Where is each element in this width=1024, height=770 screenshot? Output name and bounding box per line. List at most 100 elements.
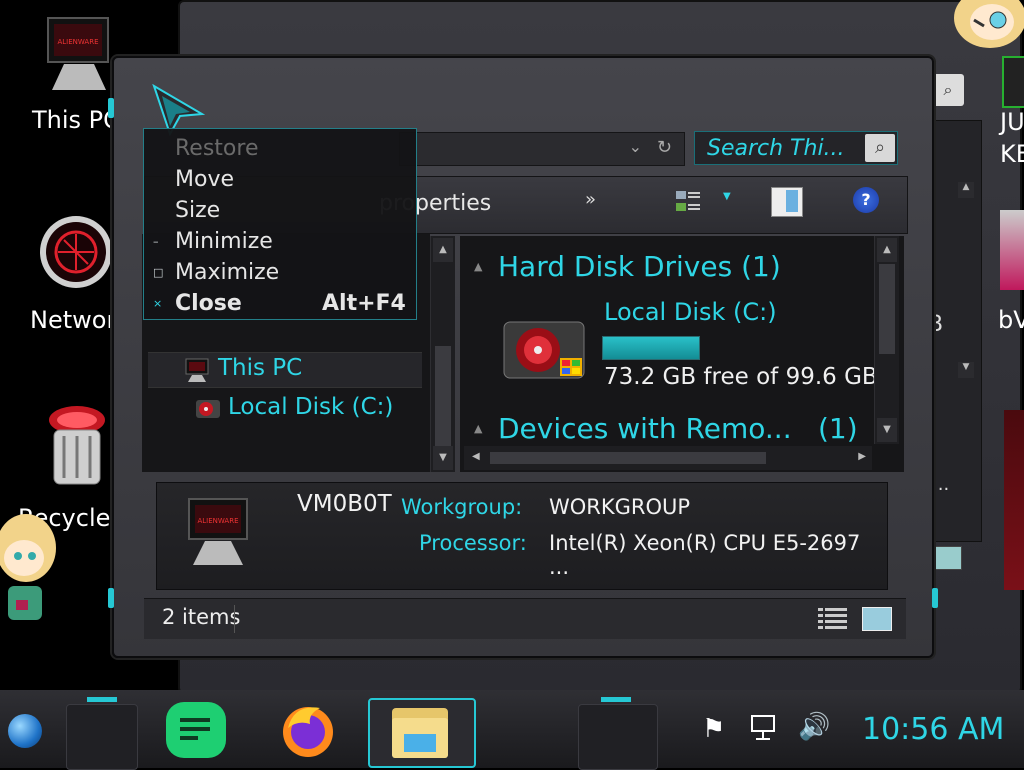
- action-center-flag-icon[interactable]: ⚑: [702, 714, 725, 744]
- drive-tile-local-disk[interactable]: Local Disk (C:) 73.2 GB free of 99.6 GB: [500, 298, 880, 394]
- desktop-edge-game-icon[interactable]: [1002, 56, 1024, 108]
- desktop-edge-wallpaper: [1004, 410, 1024, 590]
- menu-item-label: Move: [175, 167, 234, 192]
- search-icon[interactable]: ⌕: [865, 134, 895, 162]
- menu-item-close[interactable]: × Close Alt+F4: [144, 288, 416, 319]
- taskbar-slot: [578, 697, 658, 770]
- item-count: 2 items: [162, 605, 241, 629]
- svg-text:ALIENWARE: ALIENWARE: [57, 38, 98, 46]
- menu-item-label: Size: [175, 198, 221, 223]
- menu-item-label: Maximize: [175, 260, 280, 285]
- help-icon[interactable]: ?: [853, 187, 879, 213]
- toolbar-overflow-chevron[interactable]: »: [585, 189, 596, 210]
- this-pc-desktop-icon[interactable]: ALIENWARE: [44, 14, 114, 94]
- taskbar-clock[interactable]: 10:56 AM: [862, 712, 1004, 747]
- background-preview-icon[interactable]: [930, 546, 962, 570]
- menu-item-label: Close: [175, 291, 242, 316]
- menu-item-maximize[interactable]: □ Maximize: [144, 257, 416, 288]
- large-icons-view-icon[interactable]: [862, 607, 892, 631]
- maximize-icon: □: [153, 266, 164, 279]
- desktop-edge-label-3: bV: [998, 306, 1024, 334]
- nav-item-this-pc[interactable]: This PC: [148, 352, 422, 388]
- window-frame-accent: [932, 588, 938, 608]
- group-header-hard-disk-drives[interactable]: Hard Disk Drives (1): [498, 250, 781, 283]
- preview-pane-icon[interactable]: [771, 187, 803, 217]
- details-label-processor: Processor:: [419, 531, 527, 555]
- content-scrollbar[interactable]: ▲ ▼: [874, 236, 899, 444]
- nav-item-label: This PC: [218, 355, 303, 381]
- menu-item-restore[interactable]: Restore: [144, 133, 416, 164]
- menu-item-size[interactable]: Size: [144, 195, 416, 226]
- address-dropdown-icon[interactable]: ⌄: [629, 137, 642, 156]
- menu-item-move[interactable]: Move: [144, 164, 416, 195]
- background-window-ellipsis: ...: [932, 474, 950, 495]
- recycle-bin-desktop-icon[interactable]: [44, 402, 110, 488]
- background-scroll-down[interactable]: ▼: [958, 362, 974, 378]
- network-desktop-icon[interactable]: [36, 212, 116, 292]
- cartoon-character-sticker: [0, 508, 62, 626]
- view-dropdown-icon[interactable]: ▼: [723, 191, 731, 202]
- scroll-up-icon[interactable]: ▲: [433, 238, 453, 262]
- network-globe-icon: [40, 216, 112, 288]
- status-divider: [234, 605, 235, 633]
- background-search-icon[interactable]: ⌕: [932, 74, 964, 106]
- scroll-thumb[interactable]: [490, 452, 766, 464]
- computer-icon: [185, 358, 209, 382]
- computer-large-icon: ALIENWARE: [188, 498, 248, 565]
- drive-usage-bar: [602, 336, 700, 360]
- menu-item-label: Minimize: [175, 229, 273, 254]
- network-status-icon[interactable]: [748, 712, 780, 744]
- taskbar-slot: [66, 697, 138, 770]
- background-scroll-up[interactable]: ▲: [958, 182, 974, 198]
- hard-drive-icon: [503, 321, 585, 379]
- menu-item-minimize[interactable]: – Minimize: [144, 226, 416, 257]
- group-header-removable-storage[interactable]: Devices with Remo...: [498, 412, 792, 445]
- search-box[interactable]: Search Thi... ⌕: [694, 131, 898, 165]
- refresh-icon[interactable]: ↻: [657, 137, 672, 158]
- details-value-workgroup: WORKGROUP: [549, 495, 691, 519]
- group-header-count: (1): [818, 412, 858, 445]
- window-frame-accent: [108, 98, 114, 118]
- details-view-icon[interactable]: [816, 605, 850, 633]
- taskbar-file-explorer-button[interactable]: [368, 698, 476, 768]
- change-view-icon[interactable]: [675, 189, 701, 215]
- monitor-icon: ALIENWARE: [47, 17, 109, 90]
- taskbar: ⚑ 🔊 10:56 AM: [0, 690, 1024, 770]
- nav-item-local-disk[interactable]: Local Disk (C:): [148, 392, 422, 426]
- close-icon: ×: [153, 297, 163, 310]
- start-button-icon[interactable]: [8, 714, 42, 748]
- navigation-scrollbar[interactable]: ▲ ▼: [430, 236, 455, 472]
- drive-icon: [196, 400, 220, 418]
- volume-icon[interactable]: 🔊: [798, 712, 830, 742]
- details-label-workgroup: Workgroup:: [401, 495, 523, 519]
- status-bar: 2 items: [144, 598, 906, 639]
- desktop-edge-label-2: KE: [1000, 140, 1024, 168]
- drive-usage-fill: [603, 337, 699, 359]
- window-frame-accent: [108, 588, 114, 608]
- scroll-down-icon[interactable]: ▼: [433, 446, 453, 470]
- scroll-up-icon[interactable]: ▲: [877, 238, 897, 262]
- scroll-left-icon[interactable]: ◀: [472, 451, 480, 462]
- scroll-right-icon[interactable]: ▶: [858, 451, 866, 462]
- scroll-thumb[interactable]: [435, 346, 451, 446]
- scroll-down-icon[interactable]: ▼: [877, 418, 897, 442]
- notes-app-icon[interactable]: [166, 702, 226, 758]
- desktop-edge-label-1: JU: [1000, 108, 1024, 136]
- minimize-icon: –: [153, 235, 159, 248]
- collapse-group-icon[interactable]: ▲: [474, 422, 482, 435]
- nav-item-label: Local Disk (C:): [228, 394, 394, 420]
- drive-name: Local Disk (C:): [604, 298, 777, 326]
- search-placeholder: Search Thi...: [707, 136, 845, 161]
- collapse-group-icon[interactable]: ▲: [474, 260, 482, 273]
- details-value-processor: Intel(R) Xeon(R) CPU E5-2697 ...: [549, 531, 861, 579]
- scroll-thumb[interactable]: [879, 264, 895, 354]
- recycle-bin-icon: [49, 406, 105, 485]
- details-pane: ALIENWARE VM0B0T Workgroup: WORKGROUP Pr…: [156, 482, 888, 590]
- address-bar[interactable]: ⌄ ↻: [399, 132, 685, 166]
- desktop-edge-app-icon[interactable]: [1000, 210, 1024, 290]
- content-horizontal-scrollbar[interactable]: ◀ ▶: [464, 446, 872, 470]
- this-pc-desktop-label: This PC: [32, 106, 120, 134]
- firefox-icon[interactable]: [280, 702, 336, 758]
- menu-item-shortcut: Alt+F4: [322, 291, 406, 316]
- content-pane: ▲ Hard Disk Drives (1) Local Disk (C:) 7…: [460, 236, 904, 472]
